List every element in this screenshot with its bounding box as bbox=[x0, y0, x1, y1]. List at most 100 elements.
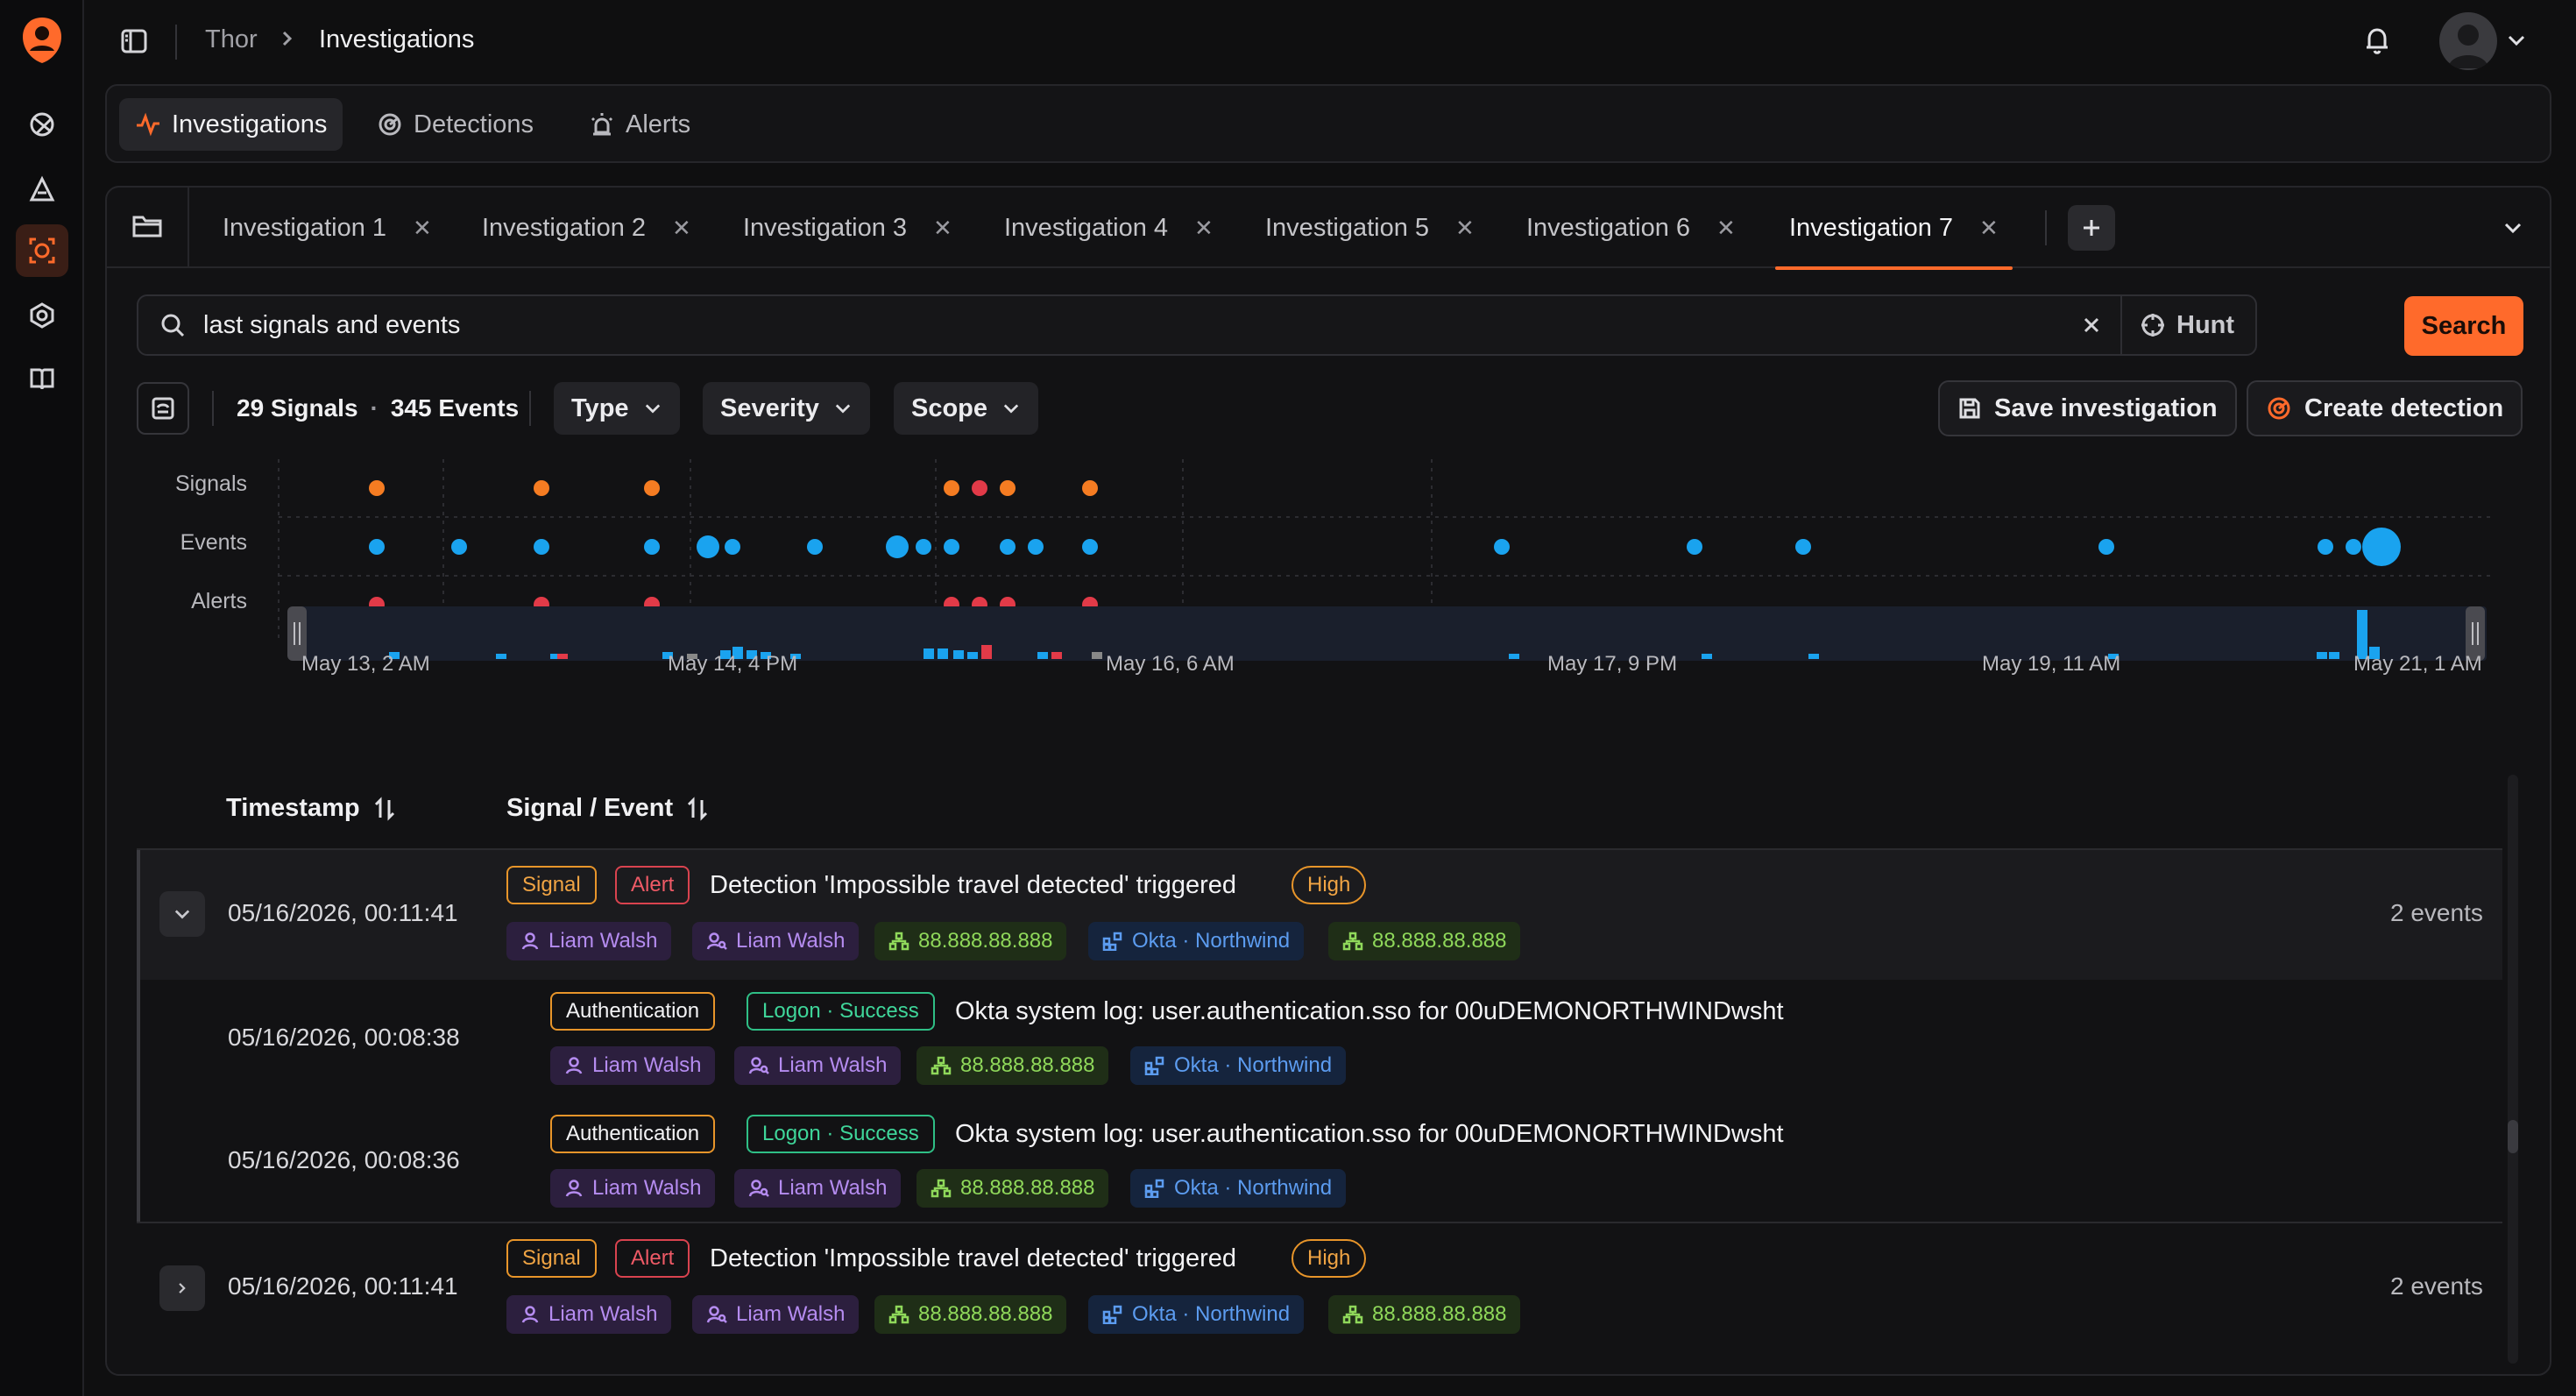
close-icon[interactable]: ✕ bbox=[1979, 215, 1999, 242]
signal-dot bbox=[1082, 480, 1098, 496]
entity-app-chip[interactable]: Okta · Northwind bbox=[1088, 1295, 1305, 1334]
tab-investigation-6[interactable]: Investigation 6 ✕ bbox=[1526, 188, 1736, 268]
radar-icon bbox=[379, 113, 401, 136]
entity-ip-chip[interactable]: 88.888.88.888 bbox=[1328, 922, 1521, 960]
divider bbox=[2045, 210, 2047, 245]
event-dot bbox=[2318, 539, 2333, 555]
investigations-rail-icon[interactable] bbox=[16, 224, 68, 277]
event-dot bbox=[451, 539, 467, 555]
nav-tab-alerts[interactable]: Alerts bbox=[573, 98, 706, 151]
tab-investigation-1[interactable]: Investigation 1 ✕ bbox=[223, 188, 432, 268]
chevron-down-icon bbox=[835, 404, 851, 414]
nav-tab-label: Alerts bbox=[626, 110, 691, 138]
globe-icon[interactable] bbox=[16, 98, 68, 151]
histogram-bar bbox=[981, 645, 992, 659]
scrollbar-thumb[interactable] bbox=[2508, 1120, 2518, 1153]
clear-icon[interactable] bbox=[2078, 312, 2105, 338]
tick-label: May 17, 9 PM bbox=[1547, 652, 1678, 676]
collapse-row-button[interactable] bbox=[159, 891, 205, 937]
scrollbar-track[interactable] bbox=[2508, 775, 2518, 1364]
folder-icon[interactable] bbox=[131, 212, 163, 240]
entity-app-chip[interactable]: Okta · Northwind bbox=[1088, 922, 1305, 960]
add-tab-button[interactable] bbox=[2068, 205, 2115, 251]
group-indicator bbox=[137, 850, 140, 1223]
event-dot bbox=[1000, 539, 1016, 555]
tab-investigation-3[interactable]: Investigation 3 ✕ bbox=[743, 188, 952, 268]
breadcrumb-root[interactable]: Thor bbox=[205, 25, 258, 54]
sidebar-toggle-icon[interactable] bbox=[119, 26, 149, 56]
investigation-tab-strip: Investigation 1 ✕ Investigation 2 ✕ Invest… bbox=[107, 188, 2550, 270]
entity-label: 88.888.88.888 bbox=[960, 1176, 1095, 1200]
entity-app-chip[interactable]: Okta · Northwind bbox=[1130, 1169, 1347, 1208]
entity-user-chip[interactable]: Liam Walsh bbox=[506, 922, 672, 960]
user-search-icon bbox=[706, 1306, 727, 1323]
event-dot bbox=[2346, 539, 2361, 555]
entity-label: Okta · Northwind bbox=[1174, 1176, 1333, 1200]
entity-user-chip[interactable]: Liam Walsh bbox=[692, 922, 860, 960]
entity-label: 88.888.88.888 bbox=[1372, 929, 1507, 953]
column-header-timestamp[interactable]: Timestamp bbox=[226, 794, 397, 823]
entity-ip-chip[interactable]: 88.888.88.888 bbox=[874, 922, 1067, 960]
save-investigation-button[interactable]: Save investigation bbox=[1938, 380, 2237, 436]
close-icon[interactable]: ✕ bbox=[1194, 215, 1214, 242]
avatar[interactable] bbox=[2439, 12, 2497, 70]
close-icon[interactable]: ✕ bbox=[933, 215, 952, 242]
search-button[interactable]: Search bbox=[2404, 296, 2523, 356]
tab-investigation-5[interactable]: Investigation 5 ✕ bbox=[1265, 188, 1475, 268]
severity-filter-dropdown[interactable]: Severity bbox=[703, 382, 870, 435]
event-dot bbox=[369, 539, 385, 555]
nav-tab-investigations[interactable]: Investigations bbox=[119, 98, 343, 151]
bell-icon[interactable] bbox=[2362, 25, 2392, 56]
entity-label: Liam Walsh bbox=[548, 929, 658, 953]
entity-user-chip[interactable]: Liam Walsh bbox=[550, 1169, 716, 1208]
chevron-down-icon[interactable] bbox=[2506, 32, 2527, 49]
entity-ip-chip[interactable]: 88.888.88.888 bbox=[874, 1295, 1067, 1334]
entity-user-chip[interactable]: Liam Walsh bbox=[550, 1046, 716, 1085]
app-logo-icon[interactable] bbox=[16, 14, 68, 67]
tab-investigation-2[interactable]: Investigation 2 ✕ bbox=[482, 188, 691, 268]
chevron-down-icon[interactable] bbox=[2502, 219, 2523, 237]
column-header-signal-event[interactable]: Signal / Event bbox=[506, 794, 710, 823]
entity-user-chip[interactable]: Liam Walsh bbox=[692, 1295, 860, 1334]
hunt-button[interactable]: Hunt bbox=[2122, 311, 2255, 340]
section-nav: Investigations Detections Alerts bbox=[105, 84, 2551, 163]
entity-label: Liam Walsh bbox=[592, 1053, 702, 1077]
signal-dot bbox=[369, 480, 385, 496]
entity-user-chip[interactable]: Liam Walsh bbox=[734, 1046, 902, 1085]
entity-ip-chip[interactable]: 88.888.88.888 bbox=[916, 1046, 1109, 1085]
triangle-icon[interactable] bbox=[16, 163, 68, 216]
scope-filter-dropdown[interactable]: Scope bbox=[894, 382, 1039, 435]
expand-row-button[interactable] bbox=[159, 1265, 205, 1311]
search-input[interactable] bbox=[203, 310, 2078, 340]
signal-dot bbox=[1000, 480, 1016, 496]
close-icon[interactable]: ✕ bbox=[413, 215, 432, 242]
divider bbox=[212, 391, 214, 426]
category-badge: Logon · Success bbox=[747, 1115, 935, 1153]
create-label: Create detection bbox=[2304, 393, 2504, 422]
book-icon[interactable] bbox=[16, 352, 68, 405]
row-message: Okta system log: user.authentication.sso… bbox=[955, 1120, 1784, 1148]
sort-icon bbox=[688, 796, 708, 821]
type-filter-dropdown[interactable]: Type bbox=[554, 382, 680, 435]
entity-ip-chip[interactable]: 88.888.88.888 bbox=[916, 1169, 1109, 1208]
save-icon bbox=[1959, 398, 1980, 419]
close-icon[interactable]: ✕ bbox=[1716, 215, 1736, 242]
event-count[interactable]: 2 events bbox=[2390, 899, 2483, 927]
entity-user-chip[interactable]: Liam Walsh bbox=[734, 1169, 902, 1208]
event-count[interactable]: 2 events bbox=[2390, 1272, 2483, 1300]
hexagon-icon[interactable] bbox=[16, 289, 68, 342]
entity-ip-chip[interactable]: 88.888.88.888 bbox=[1328, 1295, 1521, 1334]
close-icon[interactable]: ✕ bbox=[1455, 215, 1475, 242]
close-icon[interactable]: ✕ bbox=[672, 215, 691, 242]
histogram-bar bbox=[1092, 652, 1102, 659]
entity-app-chip[interactable]: Okta · Northwind bbox=[1130, 1046, 1347, 1085]
histogram-bar bbox=[953, 650, 964, 659]
entity-label: Liam Walsh bbox=[592, 1176, 702, 1200]
nav-tab-detections[interactable]: Detections bbox=[361, 98, 549, 151]
tab-investigation-4[interactable]: Investigation 4 ✕ bbox=[1004, 188, 1214, 268]
tab-investigation-7[interactable]: Investigation 7 ✕ bbox=[1775, 188, 2013, 270]
event-dot bbox=[1687, 539, 1702, 555]
entity-user-chip[interactable]: Liam Walsh bbox=[506, 1295, 672, 1334]
summary-toggle-button[interactable] bbox=[137, 382, 189, 435]
create-detection-button[interactable]: Create detection bbox=[2247, 380, 2523, 436]
